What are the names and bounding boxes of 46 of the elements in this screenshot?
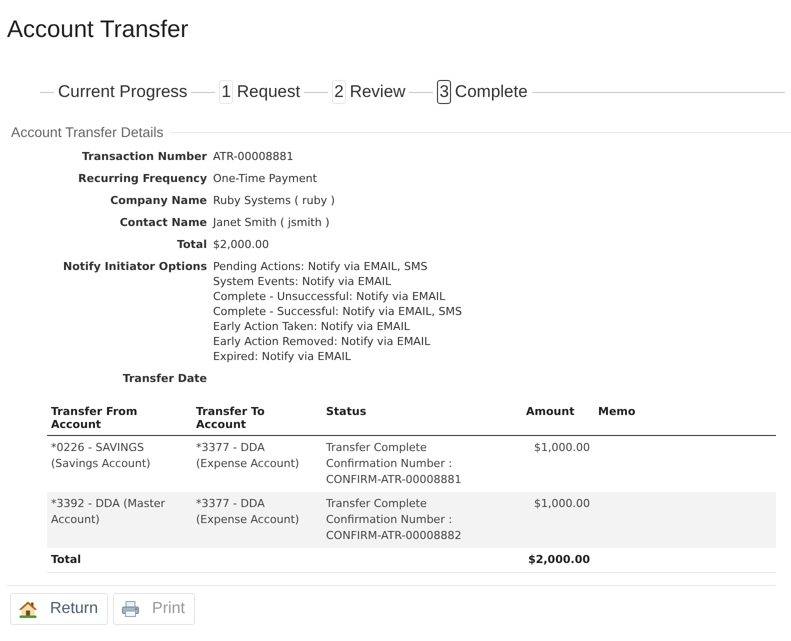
- field-value: Janet Smith ( jsmith ): [213, 214, 330, 230]
- step-number: 3: [437, 80, 451, 104]
- total-label: Total: [50, 552, 82, 568]
- column-header: Amount: [525, 404, 576, 420]
- table-cell-text: *3377 - DDA (Expense Account): [195, 440, 300, 472]
- table-cell-text: Transfer Complete Confirmation Number : CONFIRM-ATR-00008881: [325, 440, 463, 488]
- field-label: Notify Initiator Options: [62, 258, 207, 274]
- total-amount: $2,000.00: [527, 552, 591, 568]
- field-value: $2,000.00: [213, 236, 269, 252]
- table-cell-text: $1,000.00: [533, 440, 591, 456]
- step-number: 2: [332, 80, 346, 104]
- step-number: 1: [219, 80, 233, 104]
- notify-option: Early Action Removed: Notify via EMAIL: [213, 334, 430, 348]
- field-label: Transfer Date: [122, 370, 207, 386]
- column-header: Status: [325, 404, 368, 420]
- house-icon: [19, 600, 37, 618]
- notify-option: Complete - Successful: Notify via EMAIL, SMS: [213, 304, 462, 318]
- field-label: Total: [176, 236, 207, 252]
- field-label: Transaction Number: [81, 148, 207, 164]
- return-button[interactable]: Return: [10, 593, 108, 625]
- table-cell-text: *0226 - SAVINGS (Savings Account): [50, 440, 152, 472]
- column-header: Transfer From Account: [50, 404, 138, 433]
- column-header: Memo: [597, 404, 636, 420]
- step-label: Complete: [454, 81, 528, 103]
- field-value: One-Time Payment: [213, 170, 317, 186]
- notify-option: System Events: Notify via EMAIL: [213, 274, 392, 288]
- column-header: Transfer To Account: [195, 404, 266, 433]
- field-value: ATR-00008881: [213, 148, 294, 164]
- page-title: Account Transfer: [7, 15, 188, 45]
- section-legend: Account Transfer Details: [11, 123, 164, 141]
- field-value: Ruby Systems ( ruby ): [213, 192, 335, 208]
- notify-option: Early Action Taken: Notify via EMAIL: [213, 318, 410, 334]
- notify-option: Pending Actions: Notify via EMAIL, SMS: [213, 258, 428, 274]
- table-cell-text: Transfer Complete Confirmation Number : CONFIRM-ATR-00008882: [325, 496, 463, 544]
- step-label: Review: [350, 81, 406, 103]
- printer-icon: [122, 601, 140, 617]
- table-cell-text: *3392 - DDA (Master Account): [50, 496, 166, 528]
- step-label: Request: [236, 81, 300, 103]
- table-cell-text: *3377 - DDA (Expense Account): [195, 496, 300, 528]
- field-label: Recurring Frequency: [77, 170, 207, 186]
- table-cell-text: $1,000.00: [533, 496, 591, 512]
- field-label: Contact Name: [118, 214, 207, 230]
- field-label: Company Name: [109, 192, 207, 208]
- notify-option: Complete - Unsuccessful: Notify via EMAIL: [213, 288, 446, 304]
- notify-option: Expired: Notify via EMAIL: [213, 348, 351, 364]
- progress-label: Current Progress: [58, 81, 188, 103]
